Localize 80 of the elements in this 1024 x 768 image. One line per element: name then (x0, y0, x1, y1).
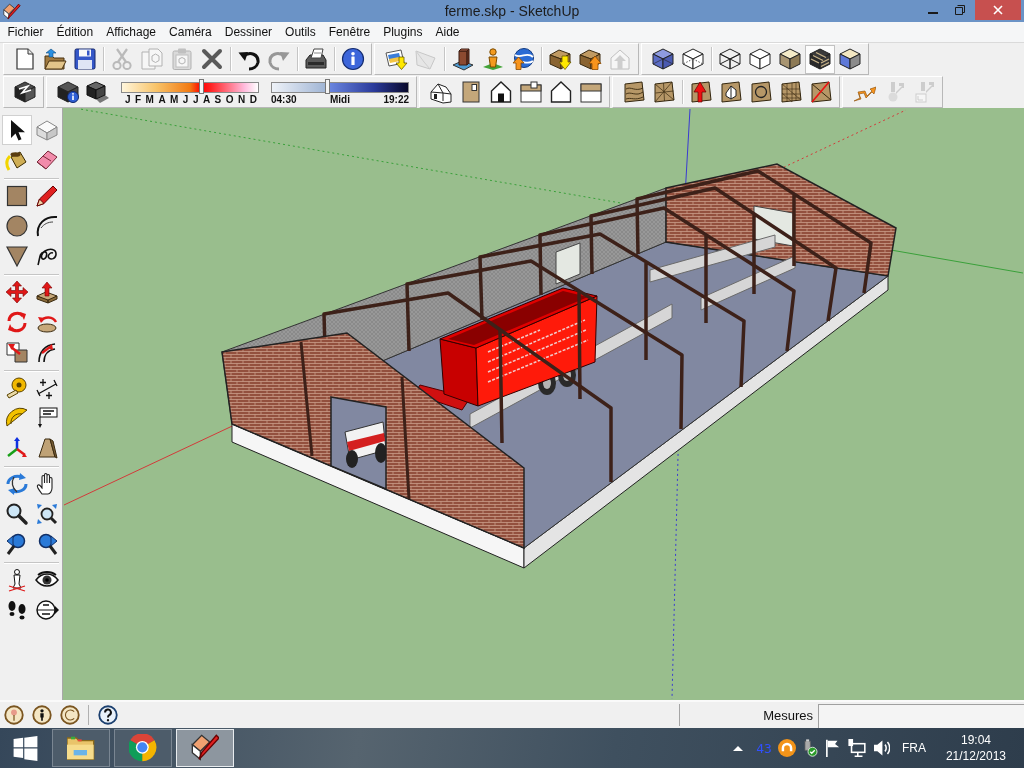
select-tool-button[interactable] (2, 115, 32, 145)
axes-icon (5, 436, 29, 460)
rectangle-icon (5, 184, 29, 208)
clock-date[interactable]: 21/12/2013 (945, 748, 1006, 764)
month-label: O (225, 93, 234, 106)
window-title: ferme.skp - SketchUp (444, 3, 580, 19)
sketchup-button[interactable] (176, 729, 234, 767)
time-label: 19:22 (383, 93, 409, 106)
menu-item[interactable]: Fichier (1, 23, 50, 41)
section-plane-icon (35, 598, 59, 622)
measurements-label: Mesures (763, 707, 813, 723)
eraser-icon (35, 148, 59, 172)
menu-item[interactable]: Plugins (376, 23, 429, 41)
menu-item[interactable]: Édition (50, 23, 100, 41)
window-panes-icon (12, 735, 38, 761)
network-icon[interactable] (847, 739, 866, 757)
month-label: M (170, 93, 179, 106)
ring-badge-icon (60, 705, 80, 725)
menu-item[interactable]: Affichage (99, 23, 163, 41)
month-label: F (135, 93, 142, 106)
folder-icon (67, 734, 95, 762)
magnifier-arrows-icon (35, 502, 59, 526)
component-box-icon (35, 118, 59, 142)
speaker-icon[interactable] (873, 740, 890, 756)
magnifier-icon (5, 502, 29, 526)
extruded-shape-icon (35, 436, 59, 460)
menu-item[interactable]: Dessiner (218, 23, 279, 41)
menu-item[interactable]: Aide (429, 23, 467, 41)
date-slider[interactable] (121, 81, 259, 93)
language-indicator[interactable]: FRA (901, 741, 926, 755)
explorer-button[interactable] (52, 729, 110, 767)
pencil-block-icon (3, 2, 21, 20)
circle-icon (5, 214, 29, 238)
tractor (344, 421, 387, 468)
circular-arrows-icon (5, 310, 29, 334)
dimension-icon (35, 376, 59, 400)
tape-measure-icon (5, 376, 29, 400)
scale-icon (5, 340, 29, 364)
figure-badge-icon (32, 705, 52, 725)
pin-badge-icon (4, 705, 24, 725)
month-label: A (202, 93, 211, 106)
month-label: J (182, 93, 189, 106)
time-slider[interactable] (271, 81, 409, 93)
help-icon (98, 705, 118, 725)
caret-up-icon[interactable] (733, 745, 744, 751)
close-button[interactable] (975, 0, 1021, 20)
device-check-icon[interactable] (803, 739, 818, 757)
month-label: M (145, 93, 154, 106)
month-label: N (237, 93, 246, 106)
slider-thumb[interactable] (199, 78, 205, 94)
pencil-block-icon (191, 734, 219, 762)
slider-thumb[interactable] (324, 78, 330, 94)
month-label: S (214, 93, 222, 106)
label-leader-icon (35, 406, 59, 430)
protractor-icon (5, 406, 29, 430)
door-opening (555, 242, 581, 285)
month-label: J (192, 93, 199, 106)
measurements-field[interactable] (818, 704, 1024, 728)
close-icon (993, 5, 1003, 15)
month-label: D (249, 93, 257, 106)
four-arrows-icon (5, 280, 29, 304)
menu-item[interactable]: Outils (278, 23, 323, 41)
menu-item[interactable]: Fenêtre (322, 23, 377, 41)
minimize-icon (927, 12, 938, 14)
browser-icon (129, 734, 157, 762)
browser-button[interactable] (114, 729, 172, 767)
clock-time[interactable]: 19:04 (960, 732, 991, 748)
time-label: Midi (330, 93, 350, 106)
month-label: J (125, 93, 131, 106)
round-app-icon[interactable] (777, 739, 796, 757)
orbit-icon (5, 472, 29, 496)
restore-icon (954, 5, 965, 15)
pencil-icon (35, 184, 59, 208)
arc-icon (35, 214, 59, 238)
menu-item[interactable]: Caméra (162, 23, 219, 41)
time-label: 04:30 (271, 93, 297, 106)
triangle-icon (5, 244, 29, 268)
flag-icon[interactable] (825, 739, 840, 757)
month-label: A (158, 93, 166, 106)
push-pull-icon (35, 280, 59, 304)
